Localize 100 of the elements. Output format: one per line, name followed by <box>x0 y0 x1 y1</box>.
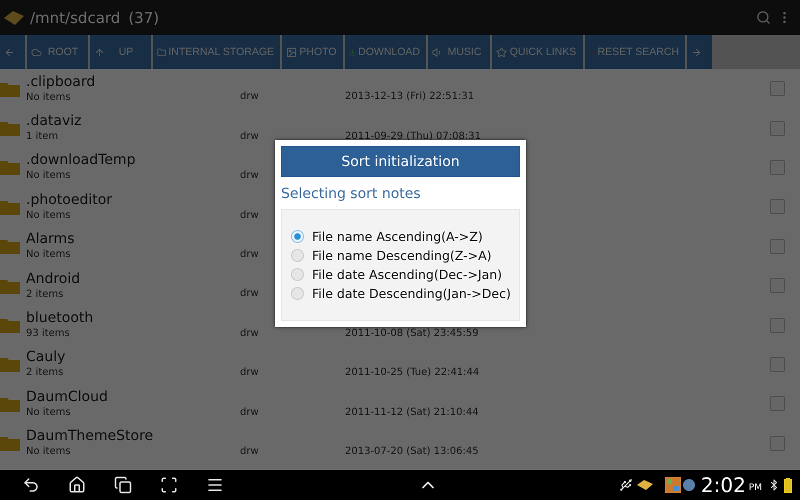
sort-initialization-button[interactable]: Sort initialization <box>281 146 520 177</box>
folder-icon <box>0 317 20 334</box>
radio-button[interactable] <box>291 230 304 243</box>
arrow-up-icon <box>94 46 105 58</box>
toolbar-button[interactable]: UP <box>90 35 151 69</box>
folder-icon <box>0 238 20 254</box>
file-name: Cauly <box>26 349 66 366</box>
permissions: drw <box>240 130 259 142</box>
folder-icon <box>0 278 20 294</box>
cloud-icon <box>31 46 42 58</box>
home-icon[interactable] <box>68 476 86 494</box>
sd-card-icon <box>636 480 653 490</box>
dialog-subtitle: Selecting sort notes <box>281 186 422 202</box>
folder-icon <box>0 435 20 452</box>
back-icon[interactable] <box>22 476 40 494</box>
item-count: No items <box>26 169 72 182</box>
folder-icon <box>0 159 20 176</box>
modified-date: 2011-10-25 (Tue) 22:41:44 <box>345 367 480 378</box>
item-count: 2 items <box>26 288 64 301</box>
permissions: drw <box>240 406 259 418</box>
toolbar-button[interactable]: DOWNLOAD <box>345 35 426 69</box>
arrow-left-icon <box>4 46 15 58</box>
folder-icon <box>0 356 20 372</box>
permissions: drw <box>240 367 259 378</box>
folder-icon <box>0 198 20 215</box>
radio-button[interactable] <box>291 287 304 300</box>
checkbox[interactable] <box>770 120 785 136</box>
checkbox[interactable] <box>770 436 785 451</box>
permissions: drw <box>240 446 259 457</box>
item-count: 93 items <box>26 327 71 340</box>
arrow-right-icon <box>691 46 702 58</box>
radio-button[interactable] <box>291 268 304 281</box>
checkbox[interactable] <box>770 199 785 214</box>
checkbox[interactable] <box>770 81 785 96</box>
checkbox[interactable] <box>770 278 785 294</box>
checkbox[interactable] <box>770 356 785 372</box>
folder-icon <box>0 120 20 136</box>
item-count: 1 item <box>26 130 60 144</box>
clock-ampm: PM <box>748 483 762 493</box>
option-label[interactable]: File name Ascending(A->Z) <box>312 229 483 244</box>
modified-date: 2011-10-08 (Sat) 23:45:59 <box>345 328 479 339</box>
file-name: Android <box>26 270 82 288</box>
item-count: No items <box>26 208 72 222</box>
toolbar-button[interactable]: QUICK LINKS <box>492 35 583 69</box>
checkbox[interactable] <box>770 160 785 175</box>
item-count: 2 items <box>26 366 64 380</box>
toolbar-button[interactable]: ROOT <box>27 35 88 69</box>
item-count: No items <box>26 445 72 458</box>
file-name: .photoeditor <box>26 192 114 209</box>
recent-apps-icon[interactable] <box>114 476 132 494</box>
folder-icon <box>0 80 20 97</box>
item-count: (37) <box>128 8 160 26</box>
file-name: DaumCloud <box>26 388 109 406</box>
radio-button[interactable] <box>291 249 304 262</box>
folder-path: /mnt/sdcard <box>30 8 120 26</box>
image-icon <box>286 46 297 58</box>
checkbox[interactable] <box>770 318 785 333</box>
permissions: drw <box>240 248 259 260</box>
folder-icon <box>157 46 166 58</box>
modified-date: 2011-11-12 (Sat) 21:10:44 <box>345 406 479 418</box>
file-name: .downloadTemp <box>26 152 136 170</box>
toolbar-button[interactable]: INTERNAL STORAGE <box>153 35 280 69</box>
permissions: drw <box>240 91 259 102</box>
bluetooth-icon <box>768 479 780 491</box>
folder-icon <box>0 396 20 412</box>
file-name: .clipboard <box>26 74 96 91</box>
menu-icon[interactable] <box>206 476 224 494</box>
search-icon[interactable] <box>756 10 771 25</box>
item-count: No items <box>26 406 72 419</box>
permissions: drw <box>240 210 259 221</box>
modified-date: 2011-09-29 (Thu) 07:08:31 <box>345 130 481 142</box>
option-label[interactable]: File date Descending(Jan->Dec) <box>312 286 511 301</box>
option-label[interactable]: File date Ascending(Dec->Jan) <box>312 267 502 282</box>
back-button[interactable] <box>0 35 25 69</box>
option-label[interactable]: File name Descending(Z->A) <box>312 248 492 263</box>
modified-date: 2013-07-20 (Sat) 13:06:45 <box>345 446 479 457</box>
toolbar-button[interactable]: PHOTO <box>282 35 343 69</box>
toolbar-button[interactable]: MUSIC <box>428 35 490 69</box>
file-name: DaumThemeStore <box>26 428 154 446</box>
toolbar-button[interactable]: RESET SEARCH <box>585 35 685 69</box>
modified-date: 2013-12-13 (Fri) 22:51:31 <box>345 91 474 102</box>
app-icons-drawing <box>664 477 695 493</box>
star-icon <box>496 46 507 58</box>
checkbox[interactable] <box>770 396 785 412</box>
permissions: drw <box>240 170 259 182</box>
item-count: No items <box>26 90 72 104</box>
permissions: drw <box>240 288 259 300</box>
file-name: Alarms <box>26 231 76 248</box>
download-icon <box>349 46 356 58</box>
usb-icon <box>618 478 633 492</box>
permissions: drw <box>240 328 259 339</box>
battery-icon <box>784 478 792 492</box>
file-name: bluetooth <box>26 310 94 328</box>
item-count: No items <box>26 248 72 262</box>
checkbox[interactable] <box>770 238 785 254</box>
speaker-icon <box>432 46 443 58</box>
file-name: .dataviz <box>26 113 83 130</box>
clock-time: 2:02 <box>700 473 746 497</box>
sd-card-icon <box>4 10 24 24</box>
forward-button[interactable] <box>687 35 712 69</box>
